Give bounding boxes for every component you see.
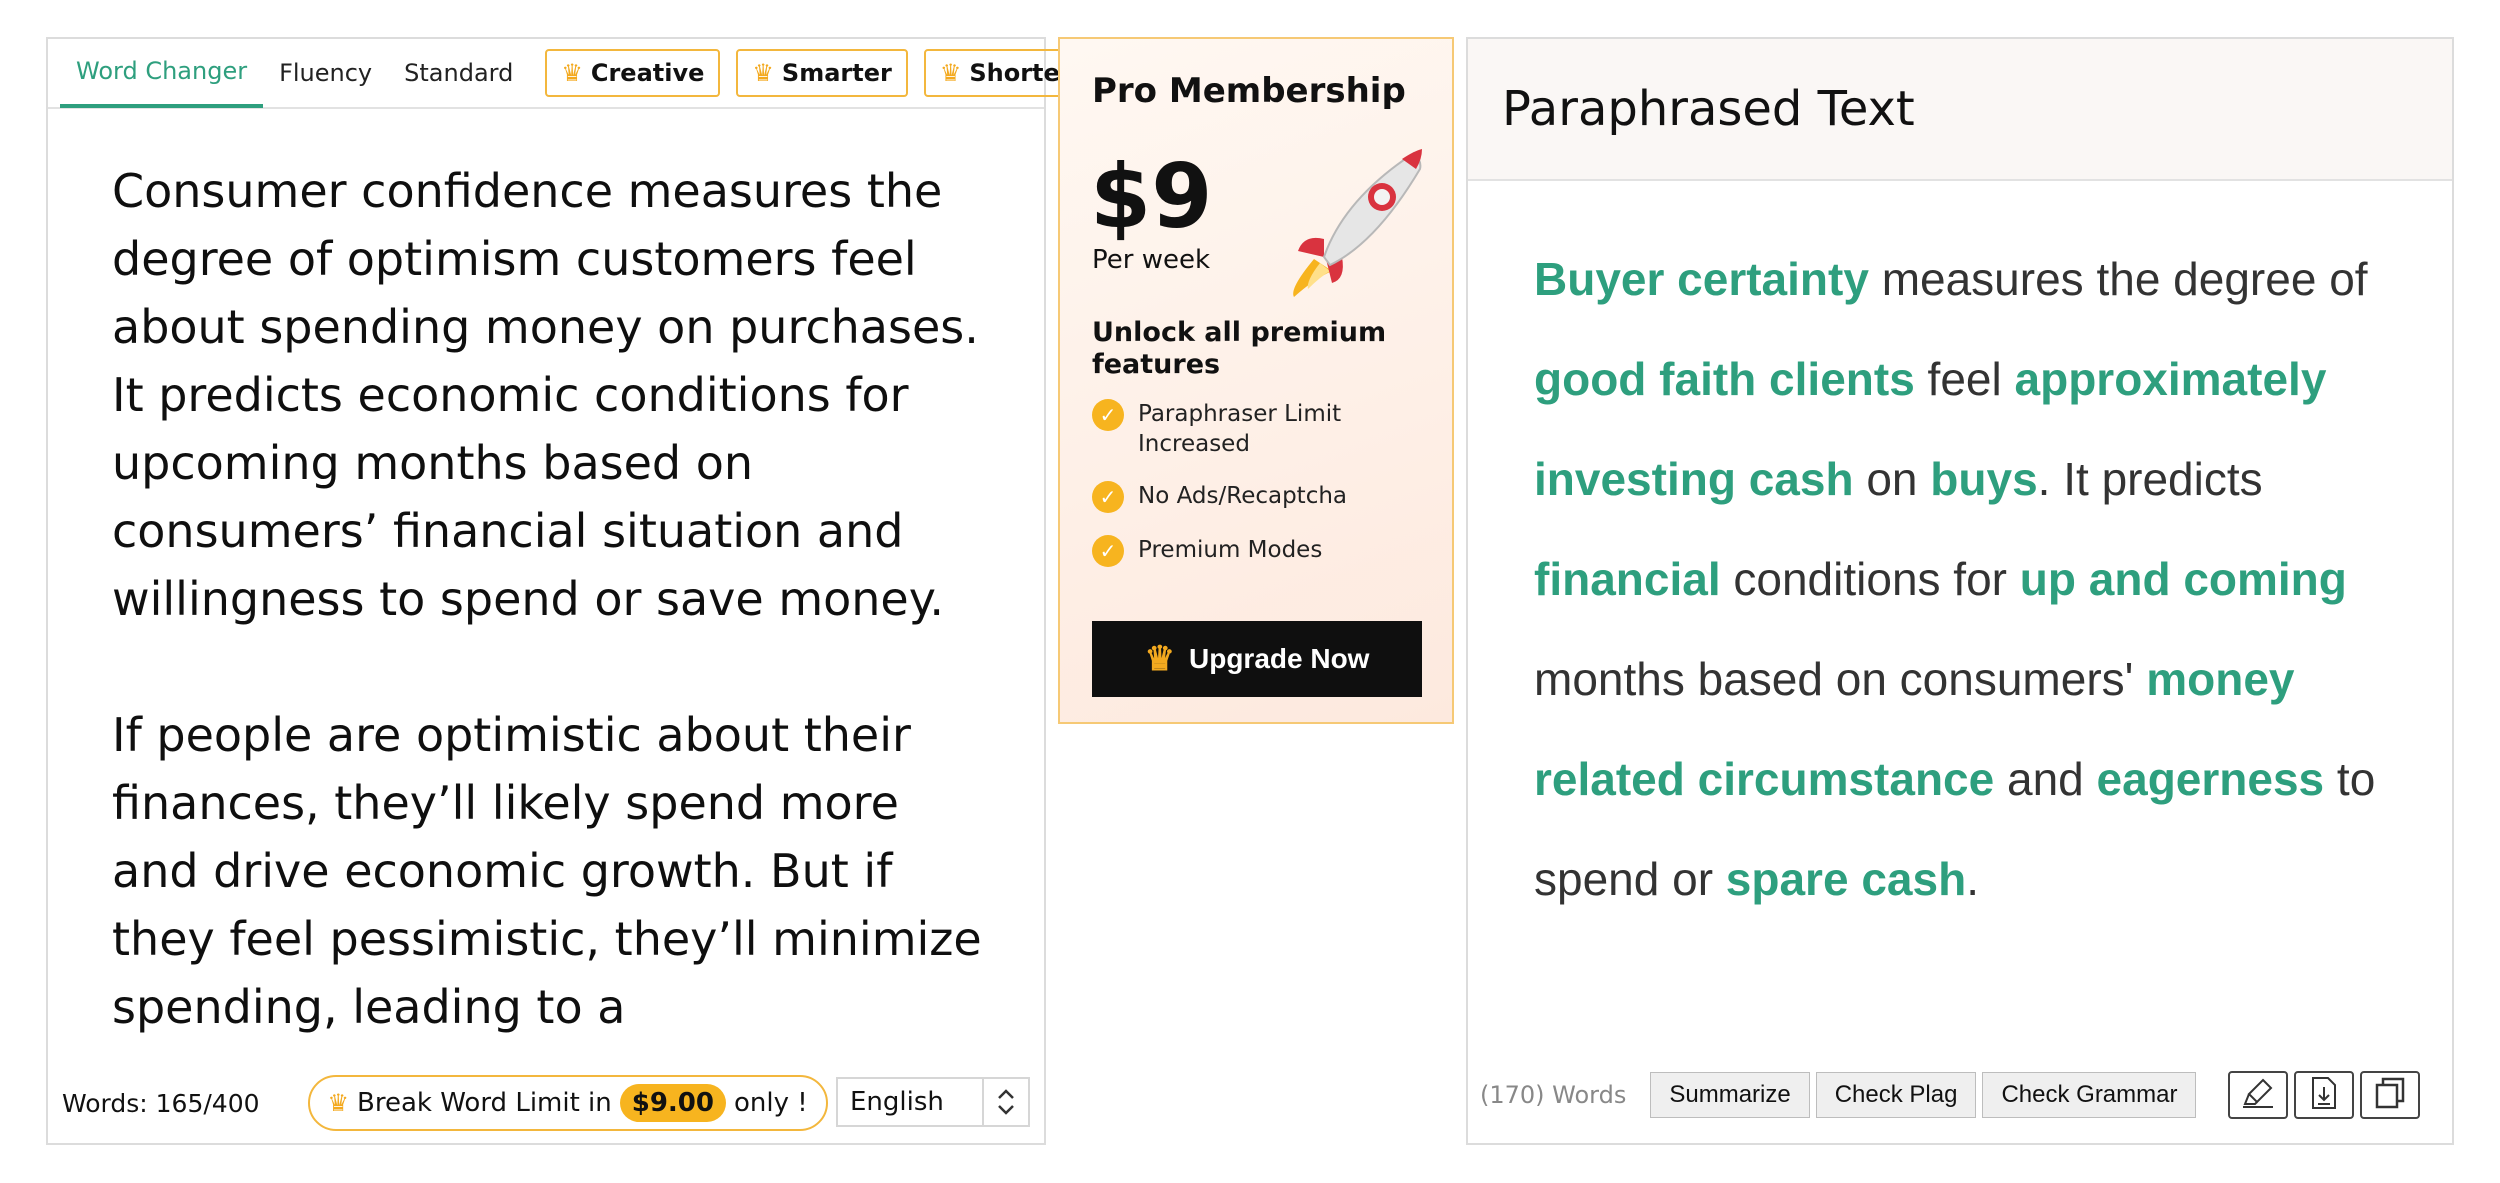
list-item: ✓ No Ads/Recaptcha <box>1092 481 1432 513</box>
rocket-icon <box>1284 139 1434 303</box>
output-text-segment: conditions for <box>1720 553 2020 605</box>
highlighter-icon <box>2241 1076 2275 1114</box>
limit-prefix: Break Word Limit in <box>357 1088 612 1118</box>
limit-suffix: only ! <box>734 1088 808 1118</box>
crown-icon: ♛ <box>752 59 774 87</box>
output-title: Paraphrased Text <box>1502 81 1915 137</box>
list-item: ✓ Premium Modes <box>1092 535 1432 567</box>
download-icon <box>2309 1076 2339 1114</box>
input-paragraph: If people are optimistic about their fin… <box>112 708 982 1034</box>
input-textarea[interactable]: Consumer confidence measures the degree … <box>112 157 992 1102</box>
input-footer: Words: 165/400 ♛ Break Word Limit in $9.… <box>48 1063 1044 1143</box>
output-text-segment: and <box>1994 753 2097 805</box>
copy-icon <box>2373 1076 2407 1114</box>
changed-phrase[interactable]: eagerness <box>2097 753 2325 805</box>
output-text-segment: measures the degree of <box>1868 253 2368 305</box>
tab-standard[interactable]: Standard <box>388 39 529 107</box>
word-count: Words: 165/400 <box>62 1088 260 1118</box>
input-paragraph: Consumer confidence measures the degree … <box>112 164 979 626</box>
changed-phrase[interactable]: up and coming <box>2020 553 2347 605</box>
highlighter-button[interactable] <box>2228 1071 2289 1119</box>
promo-subtitle: Unlock all premium features <box>1092 317 1387 380</box>
mode-tabs: Word Changer Fluency Standard ♛ Creative… <box>48 38 1093 109</box>
tab-fluency[interactable]: Fluency <box>263 39 388 107</box>
check-badge-icon: ✓ <box>1092 399 1124 431</box>
crown-icon: ♛ <box>561 59 583 87</box>
feature-label: Premium Modes <box>1138 537 1323 563</box>
download-button[interactable] <box>2294 1071 2355 1119</box>
changed-phrase[interactable]: Buyer certainty <box>1534 253 1869 305</box>
check-plag-button[interactable]: Check Plag <box>1815 1072 1977 1118</box>
tab-label: Standard <box>404 59 514 87</box>
output-text-segment: on <box>1853 453 1931 505</box>
list-item: ✓ Paraphraser Limit Increased <box>1092 399 1432 459</box>
changed-phrase[interactable]: buys <box>1930 453 2037 505</box>
crown-icon: ♛ <box>1144 640 1175 678</box>
limit-price: $9.00 <box>619 1084 726 1122</box>
promo-period: Per week <box>1092 245 1211 275</box>
feature-label: No Ads/Recaptcha <box>1138 483 1348 509</box>
language-select[interactable]: English <box>836 1077 1030 1127</box>
check-badge-icon: ✓ <box>1092 535 1124 567</box>
changed-phrase[interactable]: financial <box>1534 553 1721 605</box>
select-arrows-icon <box>982 1079 1028 1125</box>
break-word-limit-button[interactable]: ♛ Break Word Limit in $9.00 only ! <box>307 1075 828 1131</box>
promo-feature-list: ✓ Paraphraser Limit Increased ✓ No Ads/R… <box>1092 399 1432 589</box>
output-text-segment: months based on consumers' <box>1534 653 2147 705</box>
crown-icon: ♛ <box>939 59 962 87</box>
changed-phrase[interactable]: good faith clients <box>1534 353 1915 405</box>
output-text-segment: feel <box>1914 353 2015 405</box>
changed-phrase[interactable]: spare cash <box>1726 853 1966 905</box>
language-value: English <box>850 1087 944 1117</box>
output-footer: (170) Words Summarize Check Plag Check G… <box>1468 1065 2452 1125</box>
output-header: Paraphrased Text <box>1468 39 2452 181</box>
input-panel: Word Changer Fluency Standard ♛ Creative… <box>46 37 1093 1145</box>
tab-smarter[interactable]: ♛ Smarter <box>736 49 908 97</box>
crown-icon: ♛ <box>327 1089 350 1117</box>
tab-label: Smarter <box>781 59 892 87</box>
upgrade-now-button[interactable]: ♛ Upgrade Now <box>1092 621 1422 697</box>
output-text-segment: . <box>1966 853 1979 905</box>
promo-title: Pro Membership <box>1092 71 1406 111</box>
upgrade-label: Upgrade Now <box>1189 643 1370 674</box>
check-badge-icon: ✓ <box>1092 481 1124 513</box>
output-panel: Paraphrased Text Buyer certainty measure… <box>1466 37 2454 1145</box>
pro-membership-card: Pro Membership $9 Per week Unlock all pr… <box>1058 37 1454 724</box>
output-text-segment: . It predicts <box>2037 453 2263 505</box>
promo-price: $9 <box>1090 145 1213 248</box>
feature-label: Paraphraser Limit Increased <box>1138 401 1342 457</box>
output-word-count: (170) Words <box>1480 1081 1627 1109</box>
tab-label: Word Changer <box>76 57 248 85</box>
tab-word-changer[interactable]: Word Changer <box>60 38 264 108</box>
summarize-button[interactable]: Summarize <box>1650 1072 1810 1118</box>
tab-label: Creative <box>590 59 705 87</box>
copy-button[interactable] <box>2360 1071 2421 1119</box>
tab-creative[interactable]: ♛ Creative <box>545 49 721 97</box>
tab-label: Fluency <box>279 59 373 87</box>
check-grammar-button[interactable]: Check Grammar <box>1982 1072 2197 1118</box>
paraphrased-output[interactable]: Buyer certainty measures the degree of g… <box>1534 229 2384 929</box>
